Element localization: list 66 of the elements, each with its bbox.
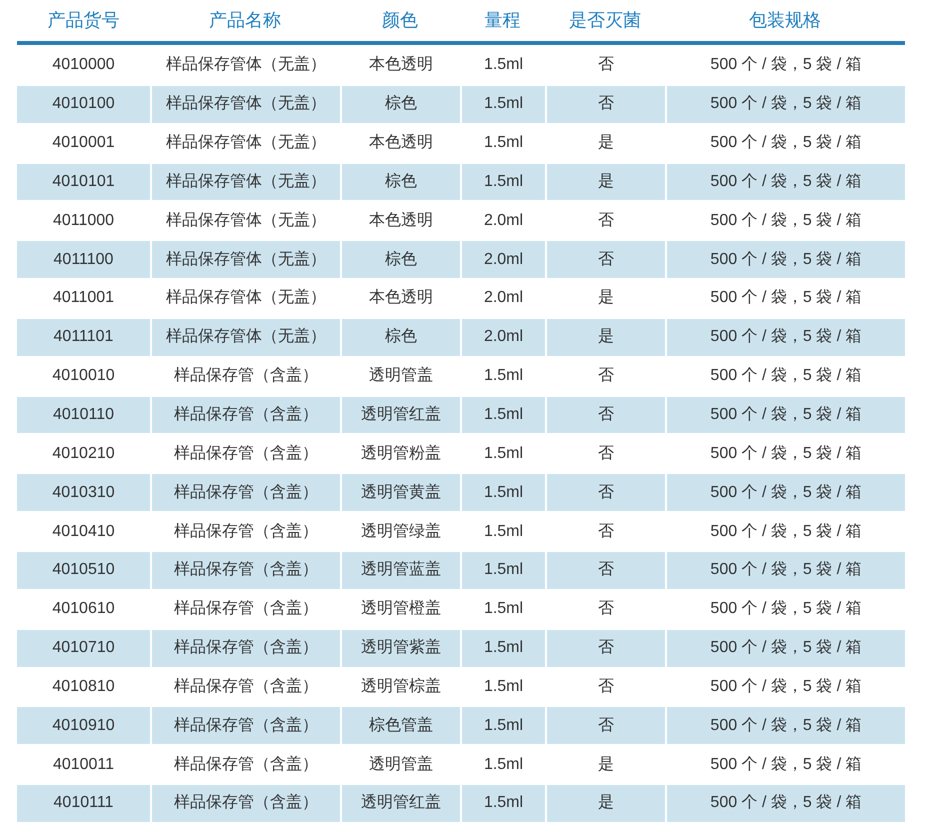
table-cell: 样品保存管（含盖） xyxy=(150,705,340,744)
table-cell: 是 xyxy=(545,783,665,822)
table-cell: 4010310 xyxy=(17,472,150,512)
table-cell: 500 个 / 袋，5 袋 / 箱 xyxy=(665,162,905,200)
table-cell: 500 个 / 袋，5 袋 / 箱 xyxy=(665,394,905,434)
column-header: 量程 xyxy=(484,9,520,32)
table-cell: 500 个 / 袋，5 袋 / 箱 xyxy=(665,472,905,512)
table-cell: 4010101 xyxy=(17,162,150,200)
table-cell: 样品保存管体（无盖） xyxy=(150,316,340,356)
table-cell: 样品保存管（含盖） xyxy=(150,783,340,822)
table-cell: 否 xyxy=(545,472,665,512)
table-cell: 样品保存管（含盖） xyxy=(150,550,340,589)
table-cell: 样品保存管（含盖） xyxy=(150,628,340,666)
column-header: 是否灭菌 xyxy=(569,9,641,32)
table-cell: 500 个 / 袋，5 袋 / 箱 xyxy=(665,316,905,356)
table-cell: 1.5ml xyxy=(460,705,545,744)
table-cell: 500 个 / 袋，5 袋 / 箱 xyxy=(665,705,905,744)
column-header: 包装规格 xyxy=(749,9,821,32)
table-cell: 样品保存管体（无盖） xyxy=(150,239,340,278)
table-cell: 否 xyxy=(545,705,665,744)
column-header: 产品货号 xyxy=(48,9,120,32)
table-cell: 4010110 xyxy=(17,394,150,434)
table-cell: 1.5ml xyxy=(460,162,545,200)
table-cell: 4011100 xyxy=(17,239,150,278)
table-cell: 棕色 xyxy=(340,239,460,278)
table-cell: 1.5ml xyxy=(460,550,545,589)
table-cell: 透明管红盖 xyxy=(340,394,460,434)
table-cell: 500 个 / 袋，5 袋 / 箱 xyxy=(665,550,905,589)
table-cell: 棕色 xyxy=(340,316,460,356)
table-cell: 1.5ml xyxy=(460,394,545,434)
table-cell: 500 个 / 袋，5 袋 / 箱 xyxy=(665,628,905,666)
table-cell: 1.5ml xyxy=(460,472,545,512)
table-cell: 样品保存管（含盖） xyxy=(150,394,340,434)
table-cell: 棕色管盖 xyxy=(340,705,460,744)
table-cell: 透明管红盖 xyxy=(340,783,460,822)
table-cell: 透明管蓝盖 xyxy=(340,550,460,589)
table-cell: 4011101 xyxy=(17,316,150,356)
table-cell: 2.0ml xyxy=(460,316,545,356)
table-cell: 500 个 / 袋，5 袋 / 箱 xyxy=(665,84,905,123)
table-cell: 样品保存管（含盖） xyxy=(150,472,340,512)
table-cell: 样品保存管体（无盖） xyxy=(150,162,340,200)
table-cell: 2.0ml xyxy=(460,239,545,278)
table-cell: 4010710 xyxy=(17,628,150,666)
table-cell: 否 xyxy=(545,239,665,278)
table-cell: 棕色 xyxy=(340,162,460,200)
table-cell: 1.5ml xyxy=(460,628,545,666)
table-cell: 4010111 xyxy=(17,783,150,822)
table-cell: 500 个 / 袋，5 袋 / 箱 xyxy=(665,783,905,822)
column-header: 颜色 xyxy=(382,9,418,32)
table-cell: 1.5ml xyxy=(460,783,545,822)
table-cell: 4010910 xyxy=(17,705,150,744)
table-cell: 是 xyxy=(545,162,665,200)
table-cell: 否 xyxy=(545,394,665,434)
table-cell: 是 xyxy=(545,316,665,356)
table-cell: 样品保存管体（无盖） xyxy=(150,84,340,123)
table-cell: 透明管紫盖 xyxy=(340,628,460,666)
column-header: 产品名称 xyxy=(209,9,281,32)
table-cell: 4010100 xyxy=(17,84,150,123)
table-cell: 透明管黄盖 xyxy=(340,472,460,512)
table-cell: 4010510 xyxy=(17,550,150,589)
table-cell: 否 xyxy=(545,550,665,589)
table-cell: 棕色 xyxy=(340,84,460,123)
table-cell: 1.5ml xyxy=(460,84,545,123)
table-cell: 否 xyxy=(545,84,665,123)
table-cell: 否 xyxy=(545,628,665,666)
table-cell: 500 个 / 袋，5 袋 / 箱 xyxy=(665,239,905,278)
